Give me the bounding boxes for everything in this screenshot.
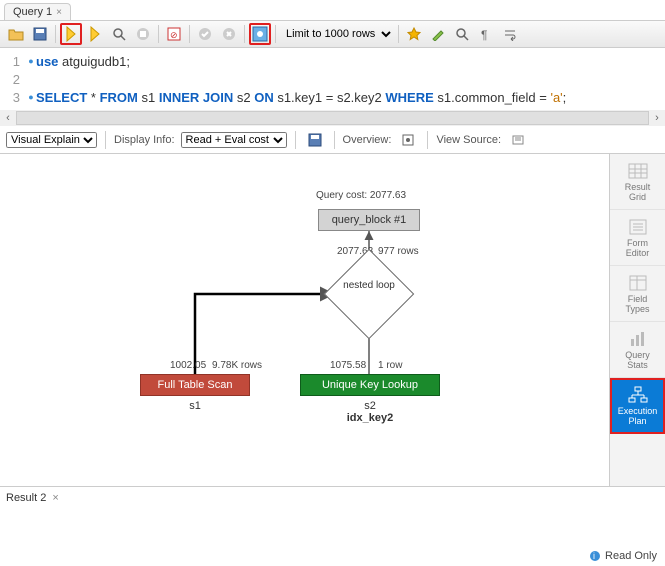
- display-info-label: Display Info:: [114, 134, 175, 146]
- sql-editor[interactable]: 1●use atguigudb1;23●SELECT * FROM s1 INN…: [0, 48, 665, 110]
- commit-button[interactable]: [194, 23, 216, 45]
- scroll-right-icon[interactable]: ›: [649, 110, 665, 126]
- view-source-label: View Source:: [436, 134, 501, 146]
- stop-button[interactable]: [132, 23, 154, 45]
- svg-text:⊘: ⊘: [170, 30, 178, 40]
- result-tab-bar: Result 2 × i Read Only: [0, 486, 665, 508]
- tab-query-stats[interactable]: Query Stats: [610, 322, 665, 378]
- statement-marker-icon: ●: [26, 92, 36, 102]
- overview-button[interactable]: [397, 129, 419, 151]
- line-number: 3: [0, 90, 26, 105]
- code-line[interactable]: use atguigudb1;: [36, 54, 130, 69]
- find-button[interactable]: [451, 23, 473, 45]
- tab-field-types[interactable]: Field Types: [610, 266, 665, 322]
- query-cost-label: Query cost: 2077.63: [316, 190, 406, 201]
- close-icon[interactable]: ×: [52, 492, 58, 504]
- editor-tab-bar: Query 1 ×: [0, 0, 665, 20]
- table-s2-label: s2 idx_key2: [300, 400, 440, 424]
- favorite-button[interactable]: [403, 23, 425, 45]
- tab-result-2[interactable]: Result 2: [6, 492, 46, 504]
- explain-toolbar: Visual Explain Display Info: Read + Eval…: [0, 126, 665, 154]
- nested-loop-node[interactable]: nested loop: [337, 262, 401, 326]
- result-side-panel: Result Grid Form Editor Field Types Quer…: [609, 154, 665, 486]
- explain-button[interactable]: [249, 23, 271, 45]
- toolbar: ⊘ Limit to 1000 rows ¶: [0, 20, 665, 48]
- save-plan-button[interactable]: [304, 129, 326, 151]
- toggle-autocommit-button[interactable]: ⊘: [163, 23, 185, 45]
- statement-marker-icon: ●: [26, 56, 36, 66]
- edge-rows: 977 rows: [378, 246, 419, 257]
- ukl-cost: 1075.58: [330, 360, 366, 371]
- explain-mode-select[interactable]: Visual Explain: [6, 132, 97, 148]
- full-table-scan-node[interactable]: Full Table Scan: [140, 374, 250, 396]
- execute-current-button[interactable]: [84, 23, 106, 45]
- line-number: 1: [0, 54, 26, 69]
- row-limit-select[interactable]: Limit to 1000 rows: [280, 27, 394, 41]
- save-button[interactable]: [29, 23, 51, 45]
- execute-button[interactable]: [60, 23, 82, 45]
- query-block-node[interactable]: query_block #1: [318, 209, 420, 231]
- svg-text:¶: ¶: [481, 28, 487, 41]
- rollback-button[interactable]: [218, 23, 240, 45]
- info-icon: i: [589, 550, 601, 562]
- display-info-select[interactable]: Read + Eval cost: [181, 132, 287, 148]
- ukl-rows: 1 row: [378, 360, 402, 371]
- line-number: 2: [0, 72, 26, 87]
- read-only-label: Read Only: [605, 550, 657, 562]
- explain-canvas[interactable]: Query cost: 2077.63 query_block #1 2077.…: [0, 154, 609, 486]
- tab-form-editor[interactable]: Form Editor: [610, 210, 665, 266]
- beautify-button[interactable]: [427, 23, 449, 45]
- code-line[interactable]: SELECT * FROM s1 INNER JOIN s2 ON s1.key…: [36, 90, 566, 105]
- view-source-button[interactable]: [507, 129, 529, 151]
- toggle-invisible-button[interactable]: ¶: [475, 23, 497, 45]
- editor-hscrollbar[interactable]: ‹ ›: [0, 110, 665, 126]
- unique-key-lookup-node[interactable]: Unique Key Lookup: [300, 374, 440, 396]
- scroll-left-icon[interactable]: ‹: [0, 110, 16, 126]
- wrap-button[interactable]: [499, 23, 521, 45]
- search-icon[interactable]: [108, 23, 130, 45]
- status-bar: i Read Only: [589, 550, 657, 562]
- fts-rows: 9.78K rows: [212, 360, 262, 371]
- svg-text:i: i: [593, 551, 595, 561]
- table-s1-label: s1: [140, 400, 250, 412]
- fts-cost: 1002.05: [170, 360, 206, 371]
- close-icon[interactable]: ×: [56, 7, 62, 18]
- tab-execution-plan[interactable]: Execution Plan: [610, 378, 665, 434]
- overview-label: Overview:: [343, 134, 392, 146]
- tab-result-grid[interactable]: Result Grid: [610, 154, 665, 210]
- tab-label: Query 1: [13, 6, 52, 18]
- open-file-button[interactable]: [5, 23, 27, 45]
- tab-query-1[interactable]: Query 1 ×: [4, 3, 71, 20]
